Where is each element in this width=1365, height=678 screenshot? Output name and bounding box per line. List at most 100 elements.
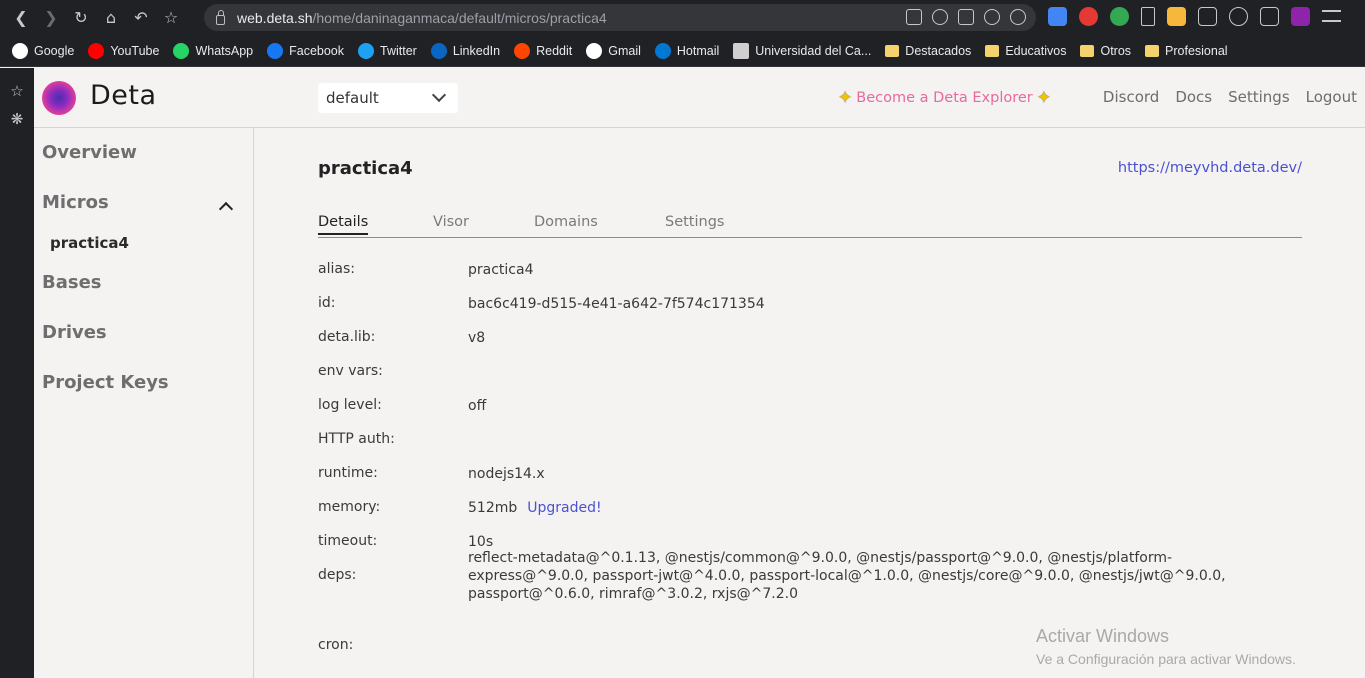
project-dropdown[interactable]: default bbox=[318, 83, 458, 113]
bookmark-label: Otros bbox=[1100, 43, 1132, 58]
bookmark-label: Twitter bbox=[380, 43, 417, 58]
bookmark-item[interactable]: LinkedIn bbox=[430, 42, 500, 59]
qr-code-icon[interactable] bbox=[958, 9, 974, 25]
home-icon[interactable]: ⌂ bbox=[96, 3, 126, 33]
detail-key: timeout: bbox=[318, 533, 378, 549]
detail-key: env vars: bbox=[318, 363, 383, 379]
bookmark-item[interactable]: YouTube bbox=[88, 42, 159, 59]
address-bar[interactable]: web.deta.sh/home/daninaganmaca/default/m… bbox=[204, 4, 1036, 31]
tab-bar: Details Visor Domains Settings bbox=[318, 212, 1302, 238]
bookmark-item[interactable]: Twitter bbox=[358, 42, 417, 59]
brand-name[interactable]: Deta bbox=[90, 80, 157, 111]
bookmark-item[interactable]: Google bbox=[12, 42, 75, 59]
bookmark-item[interactable]: Profesional bbox=[1145, 44, 1228, 58]
top-nav: Discord Docs Settings Logout bbox=[1103, 88, 1357, 106]
bookmark-item[interactable]: Hotmail bbox=[654, 42, 720, 59]
tab-visor[interactable]: Visor bbox=[433, 214, 469, 230]
reload-icon[interactable]: ↻ bbox=[66, 3, 96, 33]
deta-app: Deta default ✦ Become a Deta Explorer ✦ … bbox=[34, 68, 1365, 678]
detail-value: off bbox=[468, 398, 487, 414]
windows-activation-watermark: Activar Windows Ve a Configuración para … bbox=[1036, 626, 1296, 667]
detail-key: cron: bbox=[318, 637, 354, 653]
bookmark-item[interactable]: Universidad del Ca... bbox=[733, 42, 871, 59]
explorer-link[interactable]: ✦ Become a Deta Explorer ✦ bbox=[838, 88, 1051, 108]
bookmark-item[interactable]: Gmail bbox=[586, 42, 641, 59]
star-settings-icon[interactable] bbox=[1010, 9, 1026, 25]
tracker-icon[interactable] bbox=[984, 9, 1000, 25]
folder-icon bbox=[1145, 44, 1160, 57]
detail-value: v8 bbox=[468, 330, 486, 346]
bookmark-item[interactable]: WhatsApp bbox=[173, 42, 254, 59]
bookmark-item[interactable]: Destacados bbox=[885, 44, 971, 58]
facebook-icon bbox=[267, 42, 284, 59]
bookmark-label: WhatsApp bbox=[195, 43, 254, 58]
back-icon[interactable]: ❮ bbox=[6, 3, 36, 33]
upgraded-link[interactable]: Upgraded! bbox=[527, 500, 601, 516]
bookmark-item[interactable]: Facebook bbox=[267, 42, 344, 59]
tab-settings[interactable]: Settings bbox=[665, 214, 724, 230]
bookmark-item[interactable]: Reddit bbox=[514, 42, 573, 59]
browser-toolbar: ❮ ❯ ↻ ⌂ ↶ ☆ web.deta.sh/home/daninaganma… bbox=[0, 0, 1365, 35]
detail-key: runtime: bbox=[318, 465, 378, 481]
vue-devtools-icon[interactable] bbox=[1291, 7, 1310, 26]
bookmark-label: Destacados bbox=[905, 43, 972, 58]
sidebar-item-project-keys[interactable]: Project Keys bbox=[42, 372, 169, 393]
detail-key: HTTP auth: bbox=[318, 431, 395, 447]
chevron-up-icon[interactable] bbox=[218, 201, 234, 217]
bookmarks-bar: Google YouTube WhatsApp Facebook Twitter Link… bbox=[0, 35, 1365, 67]
check-extension-icon[interactable] bbox=[1110, 7, 1129, 26]
sidebar-item-practica4[interactable]: practica4 bbox=[50, 234, 129, 252]
detail-value: practica4 bbox=[468, 262, 534, 278]
tab-details[interactable]: Details bbox=[318, 214, 369, 235]
detail-key: memory: bbox=[318, 499, 381, 515]
menu-icon[interactable] bbox=[1322, 10, 1341, 22]
url-text: web.deta.sh/home/daninaganmaca/default/m… bbox=[237, 9, 607, 26]
favorites-star-icon[interactable]: ☆ bbox=[0, 78, 34, 104]
download-icon[interactable] bbox=[1141, 7, 1155, 26]
bookmark-item[interactable]: Otros bbox=[1080, 44, 1131, 58]
whatsapp-icon bbox=[173, 42, 190, 59]
notes-extension-icon[interactable] bbox=[1167, 7, 1186, 26]
detail-key: log level: bbox=[318, 397, 382, 413]
forward-icon[interactable]: ❯ bbox=[36, 3, 66, 33]
sidebar-item-bases[interactable]: Bases bbox=[42, 272, 102, 293]
sidebar-item-drives[interactable]: Drives bbox=[42, 322, 107, 343]
micro-details-panel: practica4 https://meyvhd.deta.dev/ Detai… bbox=[318, 128, 1308, 678]
sidebar: Overview Micros practica4 Bases Drives P… bbox=[34, 128, 254, 678]
twitter-icon bbox=[358, 42, 375, 59]
sidebar-item-overview[interactable]: Overview bbox=[42, 142, 137, 163]
nav-docs[interactable]: Docs bbox=[1175, 88, 1212, 106]
bookmark-label: Reddit bbox=[536, 43, 573, 58]
chevron-down-icon bbox=[431, 87, 447, 103]
bookmark-label: Profesional bbox=[1165, 43, 1228, 58]
nav-settings[interactable]: Settings bbox=[1228, 88, 1290, 106]
lightning-icon[interactable] bbox=[932, 9, 948, 25]
detail-key: deps: bbox=[318, 567, 357, 583]
tab-domains[interactable]: Domains bbox=[534, 214, 598, 230]
bookmark-item[interactable]: Educativos bbox=[985, 44, 1066, 58]
linkedin-icon bbox=[430, 42, 447, 59]
detail-key: deta.lib: bbox=[318, 329, 376, 345]
bookmark-star-icon[interactable]: ☆ bbox=[156, 3, 186, 33]
dark-mode-icon[interactable] bbox=[1229, 7, 1248, 26]
deta-logo-icon[interactable] bbox=[42, 81, 76, 115]
detail-key: id: bbox=[318, 295, 336, 311]
translate-icon[interactable] bbox=[906, 9, 922, 25]
endpoint-link[interactable]: https://meyvhd.deta.dev/ bbox=[1118, 160, 1302, 176]
outlook-icon bbox=[654, 42, 671, 59]
sidebar-item-micros[interactable]: Micros bbox=[42, 192, 109, 213]
nav-logout[interactable]: Logout bbox=[1306, 88, 1357, 106]
bookmark-label: Google bbox=[34, 43, 75, 58]
sparkle-icon: ✦ bbox=[838, 88, 853, 108]
project-dropdown-value: default bbox=[326, 89, 379, 107]
apps-icon[interactable]: ❋ bbox=[0, 106, 34, 132]
adblock-icon[interactable] bbox=[1079, 7, 1098, 26]
folder-icon bbox=[885, 44, 900, 57]
undo-icon[interactable]: ↶ bbox=[126, 3, 156, 33]
bookmark-label: Hotmail bbox=[676, 43, 720, 58]
screenshot-icon[interactable] bbox=[1198, 7, 1217, 26]
translate-extension-icon[interactable] bbox=[1048, 7, 1067, 26]
extensions-puzzle-icon[interactable] bbox=[1260, 7, 1279, 26]
nav-discord[interactable]: Discord bbox=[1103, 88, 1159, 106]
watermark-title: Activar Windows bbox=[1036, 626, 1170, 646]
